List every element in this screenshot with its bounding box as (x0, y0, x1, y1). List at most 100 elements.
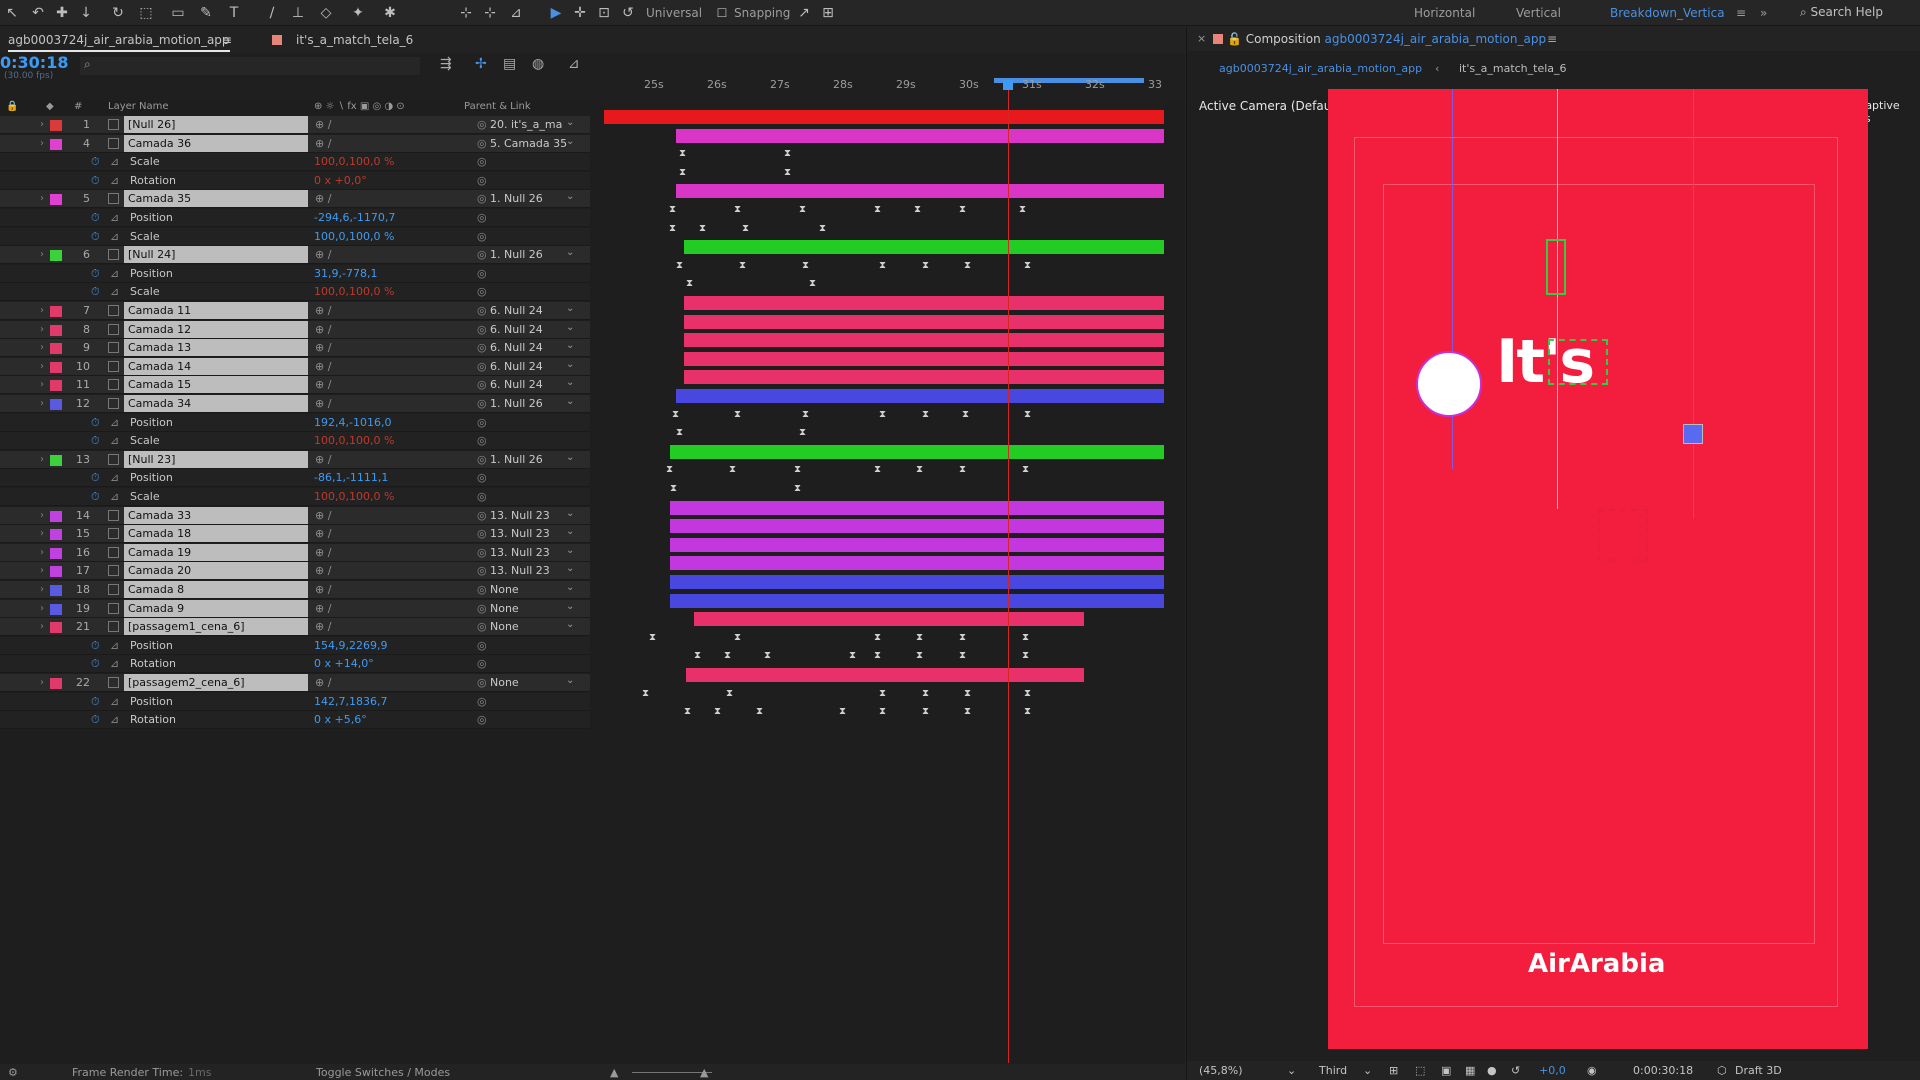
expand-chevron-icon[interactable]: › (40, 138, 44, 149)
layer-row[interactable]: › 10 Camada 14 ⊕ ∕ ◎ 6. Null 24 ⌄ (0, 357, 590, 376)
frame-blend-icon[interactable]: ▤ (503, 56, 516, 72)
layer-switches[interactable]: ⊕ ∕ (315, 118, 331, 131)
keyframe[interactable]: ⧗ (879, 260, 886, 271)
layer-duration-bar[interactable] (694, 612, 1084, 627)
layer-name[interactable]: Camada 13 (124, 339, 308, 357)
layer-name[interactable]: Camada 14 (124, 357, 308, 375)
down-icon[interactable]: ↓ (76, 3, 96, 23)
roto-tool-icon[interactable]: ✦ (348, 3, 368, 23)
property-value[interactable]: 154,9,2269,9 (314, 639, 387, 652)
layer-switches[interactable]: ⊕ ∕ (315, 397, 331, 410)
expand-chevron-icon[interactable]: › (40, 603, 44, 614)
layer-duration-bar[interactable] (686, 668, 1084, 682)
layer-row[interactable]: › 13 [Null 23] ⊕ ∕ ◎ 1. Null 26 ⌄ (0, 450, 590, 469)
property-row[interactable]: ⏱ ⊿ Scale 100,0,100,0 % ◎ (0, 153, 590, 172)
stopwatch-icon[interactable]: ⏱ (91, 155, 100, 169)
layer-row[interactable]: › 12 Camada 34 ⊕ ∕ ◎ 1. Null 26 ⌄ (0, 395, 590, 413)
parent-chevron-icon[interactable]: ⌄ (566, 136, 574, 147)
layer-switches[interactable]: ⊕ ∕ (315, 602, 331, 615)
layer-name[interactable]: Camada 19 (124, 543, 308, 561)
selection-bounding-box[interactable] (1548, 339, 1608, 385)
stopwatch-icon[interactable]: ⏱ (91, 695, 100, 709)
parent-chevron-icon[interactable]: ⌄ (566, 359, 574, 370)
eraser-tool-icon[interactable]: ◇ (316, 3, 336, 23)
parent-pickwhip-icon[interactable]: ◎ (477, 304, 487, 317)
parent-chevron-icon[interactable]: ⌄ (566, 563, 574, 574)
keyframe[interactable]: ⧗ (819, 223, 826, 234)
expression-pickwhip-icon[interactable]: ◎ (477, 695, 487, 708)
keyframe[interactable]: ⧗ (756, 706, 763, 717)
layer-duration-bar[interactable] (676, 128, 1164, 143)
more-workspaces-icon[interactable]: » (1760, 6, 1767, 20)
parent-chevron-icon[interactable]: ⌄ (566, 508, 574, 519)
parent-dropdown[interactable]: None (490, 676, 519, 689)
expand-chevron-icon[interactable]: › (40, 584, 44, 595)
keyframe[interactable]: ⧗ (839, 706, 846, 717)
layer-duration-bar[interactable] (670, 500, 1164, 515)
parent-dropdown[interactable]: 5. Camada 35 (490, 137, 567, 150)
keyframe[interactable]: ⧗ (874, 632, 881, 643)
keyframe[interactable]: ⧗ (676, 260, 683, 271)
property-value[interactable]: 0 x +14,0° (314, 657, 374, 670)
null-motion-path[interactable] (1546, 239, 1566, 295)
property-row[interactable]: ⏱ ⊿ Scale 100,0,100,0 % ◎ (0, 488, 590, 506)
layer-switches[interactable]: ⊕ ∕ (315, 137, 331, 150)
label-color-swatch[interactable] (50, 324, 62, 336)
layer-duration-bar[interactable] (684, 351, 1164, 366)
keyframe[interactable]: ⧗ (676, 427, 683, 438)
parent-pickwhip-icon[interactable]: ◎ (477, 583, 487, 596)
keyframe[interactable]: ⧗ (1024, 260, 1031, 271)
search-help[interactable]: ⌕ Search Help (1800, 5, 1883, 20)
keyframe[interactable]: ⧗ (959, 204, 966, 215)
composition-title[interactable]: 🔓 Composition agb0003724j_air_arabia_mot… (1227, 32, 1546, 46)
layer-duration-bar[interactable] (670, 537, 1164, 552)
parent-dropdown[interactable]: 1. Null 26 (490, 453, 543, 466)
layer-duration-bar[interactable] (670, 575, 1164, 589)
layer-switches[interactable]: ⊕ ∕ (315, 192, 331, 205)
graph-icon[interactable]: ⊿ (110, 155, 119, 168)
parent-chevron-icon[interactable]: ⌄ (566, 675, 574, 686)
keyframe[interactable]: ⧗ (802, 260, 809, 271)
draft-3d-toggle-icon[interactable]: ⬡ (1717, 1064, 1727, 1077)
keyframe[interactable]: ⧗ (714, 706, 721, 717)
time-ruler[interactable]: 25s 26s 27s 28s 29s 30s 31s 32s 33 (604, 74, 1164, 122)
rotate-icon[interactable]: ↻ (108, 3, 128, 23)
stopwatch-icon[interactable]: ⏱ (91, 230, 100, 244)
keyframe[interactable]: ⧗ (922, 409, 929, 420)
property-value[interactable]: 0 x +0,0° (314, 174, 367, 187)
label-color-swatch[interactable] (50, 510, 62, 522)
parent-chevron-icon[interactable]: ⌄ (566, 191, 574, 202)
layer-search-input[interactable]: ⌕ (80, 57, 420, 75)
region-icon[interactable]: ▣ (1441, 1064, 1451, 1077)
property-value[interactable]: 100,0,100,0 % (314, 230, 394, 243)
parent-chevron-icon[interactable]: ⌄ (566, 526, 574, 537)
keyframe[interactable]: ⧗ (1022, 464, 1029, 475)
zoom-level[interactable]: (45,8%) (1199, 1064, 1243, 1077)
keyframe[interactable]: ⧗ (764, 650, 771, 661)
keyframe[interactable]: ⧗ (649, 632, 656, 643)
expression-pickwhip-icon[interactable]: ◎ (477, 657, 487, 670)
playhead-handle[interactable] (1003, 80, 1013, 90)
keyframe[interactable]: ⧗ (914, 204, 921, 215)
graph-icon[interactable]: ⊿ (110, 416, 119, 429)
property-row[interactable]: ⏱ ⊿ Scale 100,0,100,0 % ◎ (0, 227, 590, 246)
property-row[interactable]: ⏱ ⊿ Position 142,7,1836,7 ◎ (0, 692, 590, 711)
label-color-swatch[interactable] (50, 454, 62, 466)
stopwatch-icon[interactable]: ⏱ (91, 267, 100, 281)
keyframe[interactable]: ⧗ (686, 278, 693, 289)
view-dropdown-chevron-icon[interactable]: ⌄ (1363, 1064, 1372, 1077)
layer-duration-bar[interactable] (670, 556, 1164, 571)
parent-pickwhip-icon[interactable]: ◎ (477, 397, 487, 410)
keyframe[interactable]: ⧗ (959, 464, 966, 475)
layer-switches[interactable]: ⊕ ∕ (315, 527, 331, 540)
layer-name[interactable]: [Null 24] (124, 246, 308, 264)
expand-chevron-icon[interactable]: › (40, 621, 44, 632)
graph-icon[interactable]: ⊿ (110, 174, 119, 187)
layer-name[interactable]: Camada 12 (124, 320, 308, 338)
property-value[interactable]: -86,1,-1111,1 (314, 471, 388, 484)
label-color-swatch[interactable] (50, 361, 62, 373)
graph-icon[interactable]: ⊿ (110, 695, 119, 708)
parent-dropdown[interactable]: 1. Null 26 (490, 397, 543, 410)
stamp-tool-icon[interactable]: ⊥ (288, 3, 308, 23)
label-color-swatch[interactable] (50, 306, 62, 317)
